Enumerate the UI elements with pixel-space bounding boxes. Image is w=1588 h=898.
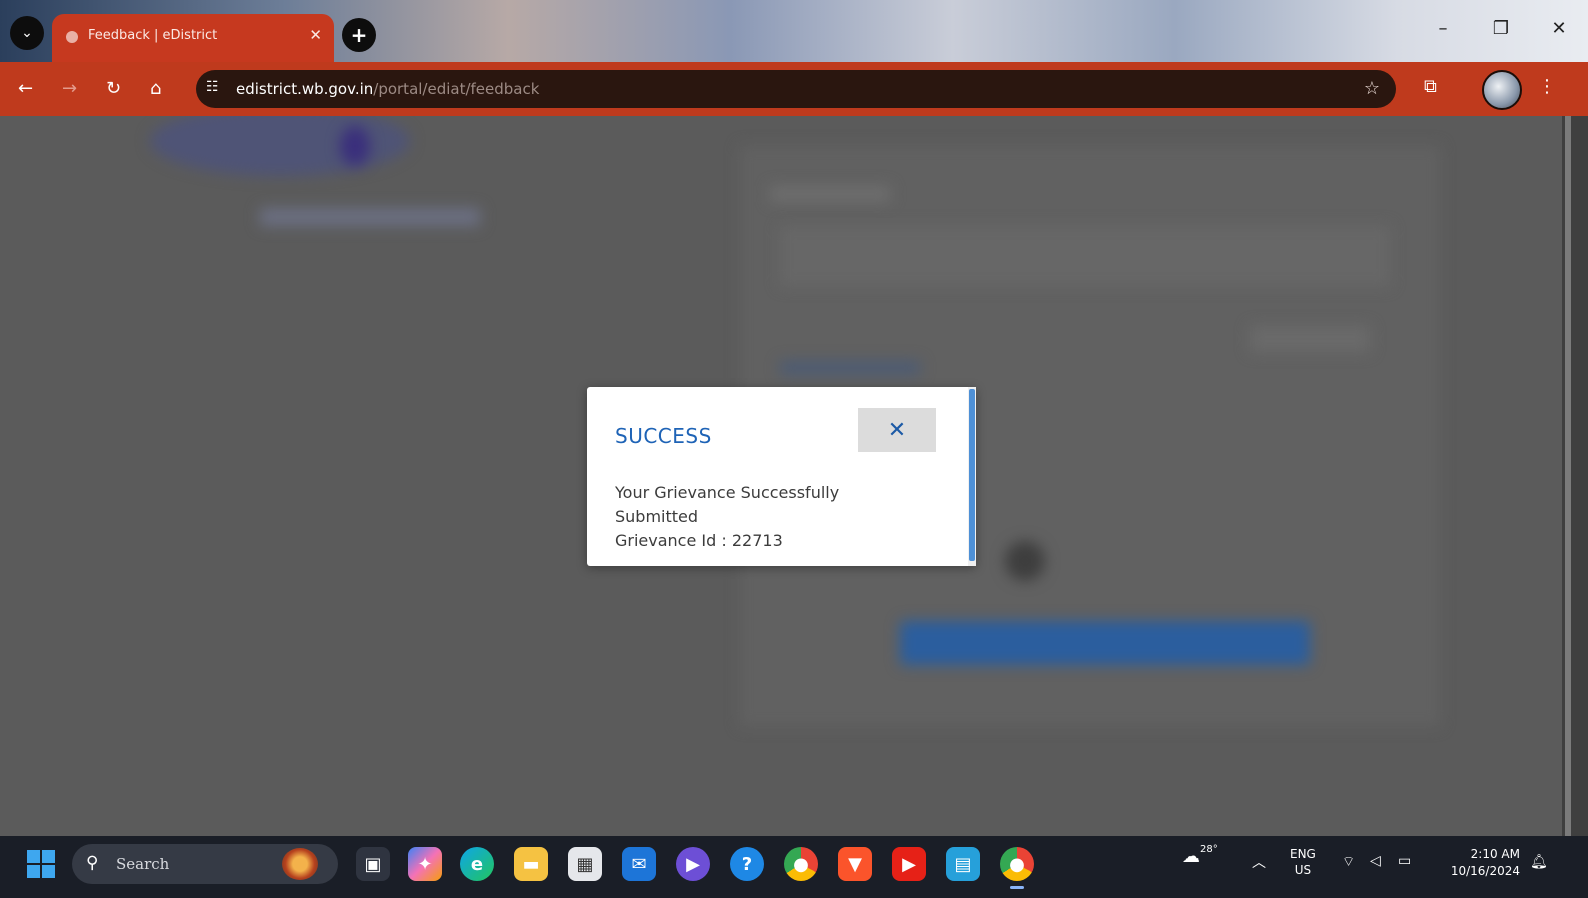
- task-view-icon[interactable]: ▣: [356, 847, 390, 881]
- weather-icon[interactable]: ☁: [1182, 846, 1200, 867]
- blurred-small-button: [1250, 326, 1370, 352]
- tab-strip: ⌄ Feedback | eDistrict ✕ + – ❐ ✕: [0, 0, 1588, 62]
- language-code: ENG: [1290, 847, 1316, 861]
- search-label: Search: [116, 855, 170, 873]
- blurred-logo: [150, 116, 410, 176]
- dialog-title: SUCCESS: [615, 424, 712, 448]
- clock-time: 2:10 AM: [1470, 847, 1520, 861]
- store-icon[interactable]: ▦: [568, 847, 602, 881]
- brave-icon[interactable]: ▼: [838, 847, 872, 881]
- message-line-2: Submitted: [615, 507, 699, 526]
- app-icon[interactable]: ▤: [946, 847, 980, 881]
- new-tab-button[interactable]: +: [342, 18, 376, 52]
- weather-temp: 28°: [1200, 844, 1218, 855]
- mail-icon[interactable]: ✉: [622, 847, 656, 881]
- edge-icon[interactable]: e: [460, 847, 494, 881]
- search-highlight-icon: [282, 848, 318, 880]
- help-icon[interactable]: ?: [730, 847, 764, 881]
- chrome-active-icon[interactable]: ●: [1000, 847, 1034, 889]
- blurred-captcha-icon: [1005, 541, 1045, 581]
- minimize-icon[interactable]: –: [1414, 18, 1472, 39]
- wifi-icon[interactable]: ⌔: [1342, 853, 1355, 871]
- plus-icon: +: [350, 23, 368, 47]
- battery-icon[interactable]: ▭: [1398, 853, 1411, 869]
- page-scrollbar[interactable]: [1562, 116, 1588, 836]
- window-close-icon[interactable]: ✕: [1530, 18, 1588, 39]
- chevron-up-icon[interactable]: ︿: [1252, 852, 1266, 872]
- dialog-scrollbar-thumb[interactable]: [969, 389, 975, 561]
- reload-icon[interactable]: ↻: [106, 78, 121, 99]
- tab-search-button[interactable]: ⌄: [10, 16, 44, 50]
- dialog-message: Your Grievance Successfully Submitted Gr…: [615, 481, 839, 553]
- forward-icon[interactable]: →: [62, 78, 77, 99]
- windows-start-icon[interactable]: [27, 850, 55, 878]
- copilot-icon[interactable]: ✦: [408, 847, 442, 881]
- blurred-link: [780, 361, 920, 375]
- back-icon[interactable]: ←: [18, 78, 33, 99]
- url-host: edistrict.wb.gov.in: [236, 80, 374, 98]
- language-indicator[interactable]: ENG US: [1290, 846, 1316, 878]
- tab-close-icon[interactable]: ✕: [309, 26, 322, 44]
- dialog-close-button[interactable]: ✕: [858, 408, 936, 452]
- chrome-icon[interactable]: ●: [784, 847, 818, 881]
- url-text: edistrict.wb.gov.in/portal/ediat/feedbac…: [236, 80, 539, 98]
- blurred-label: [770, 186, 890, 202]
- favicon-icon: [66, 31, 78, 43]
- taskbar: ⚲ Search ▣ ✦ e ▬ ▦ ✉ ▶ ? ● ▼ ▶ ▤ ● ☁ 28°…: [0, 836, 1588, 898]
- tab-title: Feedback | eDistrict: [88, 28, 218, 43]
- clock-date: 10/16/2024: [1450, 864, 1520, 878]
- window-controls: – ❐ ✕: [1414, 18, 1588, 39]
- browser-toolbar: ← → ↻ ⌂ ☷ edistrict.wb.gov.in/portal/edi…: [0, 62, 1588, 116]
- extensions-icon[interactable]: ⧉: [1424, 76, 1437, 97]
- volume-icon[interactable]: ◁: [1370, 853, 1381, 869]
- home-icon[interactable]: ⌂: [150, 78, 161, 99]
- chevron-down-icon: ⌄: [21, 25, 33, 41]
- media-player-icon[interactable]: ▶: [676, 847, 710, 881]
- blurred-submit-button: [900, 621, 1310, 665]
- dialog-scrollbar[interactable]: [968, 387, 976, 566]
- profile-avatar[interactable]: [1482, 70, 1522, 110]
- active-tab[interactable]: Feedback | eDistrict ✕: [52, 14, 334, 62]
- message-line-1: Your Grievance Successfully: [615, 483, 840, 502]
- bookmark-star-icon[interactable]: ☆: [1364, 78, 1380, 99]
- grievance-id: Grievance Id : 22713: [615, 531, 783, 550]
- address-bar[interactable]: ☷ edistrict.wb.gov.in/portal/ediat/feedb…: [196, 70, 1396, 108]
- taskbar-search[interactable]: ⚲ Search: [72, 844, 338, 884]
- search-icon: ⚲: [86, 853, 99, 873]
- notification-bell-icon[interactable]: 🔔︎: [1530, 854, 1548, 870]
- restore-icon[interactable]: ❐: [1472, 18, 1530, 39]
- more-menu-icon[interactable]: ⋮: [1538, 76, 1556, 97]
- file-explorer-icon[interactable]: ▬: [514, 847, 548, 881]
- blurred-logo-mark: [340, 126, 370, 166]
- url-path: /portal/ediat/feedback: [373, 80, 540, 98]
- blurred-textarea: [780, 226, 1390, 286]
- region-code: US: [1294, 863, 1312, 877]
- page-scrollbar-thumb[interactable]: [1565, 116, 1571, 836]
- success-dialog: SUCCESS ✕ Your Grievance Successfully Su…: [587, 387, 976, 566]
- site-info-icon[interactable]: ☷: [206, 79, 226, 99]
- close-icon: ✕: [887, 417, 907, 443]
- blurred-caption: [260, 208, 480, 226]
- youtube-icon[interactable]: ▶: [892, 847, 926, 881]
- system-clock[interactable]: 2:10 AM 10/16/2024: [1440, 846, 1520, 880]
